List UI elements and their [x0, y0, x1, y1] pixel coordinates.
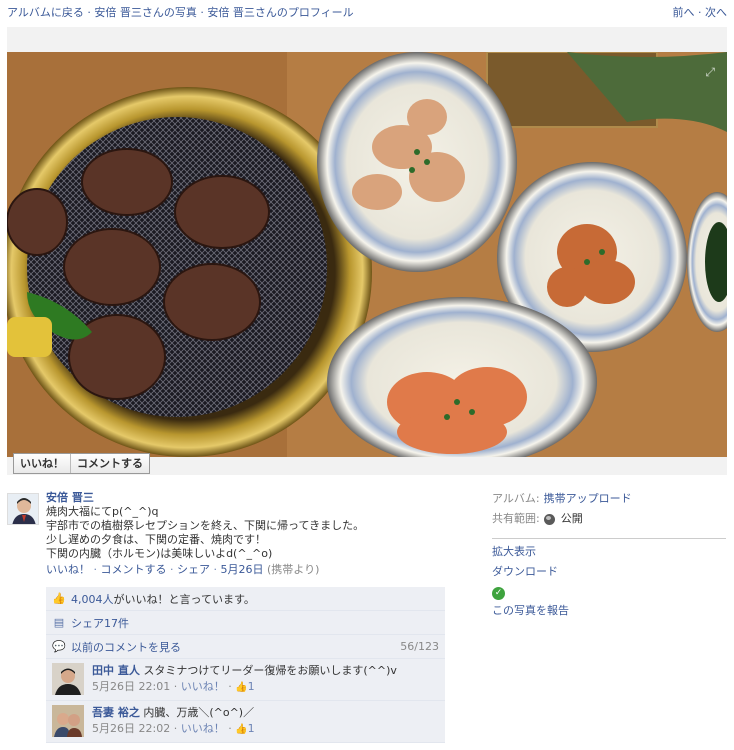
post-text-line: 宇部市での植樹祭レセプションを終え、下関に帰ってきました。	[46, 519, 365, 532]
next-photo-link[interactable]: 次へ	[705, 6, 727, 19]
expand-icon[interactable]: ⤢	[705, 65, 715, 80]
album-label: アルバム:	[492, 492, 540, 505]
likes-count-link[interactable]: 4,004人	[71, 593, 114, 606]
comment-like-link[interactable]: いいね！	[181, 722, 225, 735]
post-share-link[interactable]: シェア	[177, 563, 210, 576]
comment-time: 5月26日 22:02	[92, 722, 171, 735]
check-icon: ✓	[492, 586, 505, 600]
likes-summary-row: 👍 4,004人がいいね！と言っています。	[46, 587, 445, 611]
meta-separator: ·	[90, 563, 101, 576]
privacy-value: 公開	[560, 512, 583, 525]
share-icon: ▤	[53, 616, 65, 629]
photo-info-sidebar: アルバム: 携帯アップロード 共有範囲: 公開 拡大表示 ダウンロード ✓ この…	[492, 492, 728, 624]
thumbs-up-icon: 👍	[235, 724, 248, 735]
previous-comments-row: 💬 以前のコメントを見る 56/123	[46, 635, 445, 659]
report-photo-link[interactable]: この写真を報告	[492, 604, 728, 618]
thumbs-up-icon: 👍	[235, 682, 248, 693]
back-to-album-link[interactable]: アルバムに戻る	[7, 6, 84, 19]
author-portrait	[8, 494, 38, 524]
album-link[interactable]: 携帯アップロード	[544, 492, 632, 506]
meta-separator: ·	[166, 563, 177, 576]
breadcrumb-separator: ·	[83, 6, 95, 19]
user-photos-link[interactable]: 安倍 晋三さんの写真	[94, 6, 197, 19]
photo-navigation: アルバムに戻る · 安倍 晋三さんの写真 · 安倍 晋三さんのプロフィール 前へ…	[0, 0, 734, 26]
comment-like-count[interactable]: 1	[248, 722, 255, 735]
post-source: (携帯より)	[267, 563, 320, 576]
enlarge-link[interactable]: 拡大表示	[492, 545, 728, 559]
shares-row: ▤ シェア17件	[46, 611, 445, 635]
commenter-portrait	[52, 705, 84, 737]
user-profile-link[interactable]: 安倍 晋三さんのプロフィール	[207, 6, 353, 19]
post-date-link[interactable]: 5月26日	[221, 563, 264, 576]
commenter-avatar[interactable]	[52, 705, 84, 737]
commenter-portrait	[52, 663, 84, 695]
comment-item: 吾妻 裕之 内臓、万歳＼(^o^)／ 5月26日 22:02 · いいね！ · …	[46, 701, 445, 743]
comment-item: 田中 直人 スタミナつけてリーダー復帰をお願いします(^^)v 5月26日 22…	[46, 659, 445, 701]
post-meta: いいね！ · コメントする · シェア · 5月26日 (携帯より)	[46, 563, 446, 577]
comment-like-link[interactable]: いいね！	[181, 680, 225, 693]
author-avatar[interactable]	[7, 493, 39, 525]
prev-next-nav: 前へ · 次へ	[673, 4, 728, 20]
privacy-row: 共有範囲: 公開	[492, 512, 728, 526]
post-comment-link[interactable]: コメントする	[101, 563, 167, 576]
yakiniku-photo	[7, 52, 727, 457]
shares-link[interactable]: シェア17件	[71, 617, 129, 630]
comment-count: 56/123	[400, 640, 439, 653]
breadcrumb: アルバムに戻る · 安倍 晋三さんの写真 · 安倍 晋三さんのプロフィール	[7, 4, 354, 20]
sidebar-divider	[492, 538, 726, 539]
photo-like-button[interactable]: いいね！	[14, 454, 70, 473]
comment-bubble-icon: 💬	[52, 640, 66, 653]
commenter-name[interactable]: 田中 直人	[92, 664, 140, 677]
photo-image[interactable]	[7, 52, 727, 457]
comment-like-count[interactable]: 1	[248, 680, 255, 693]
meta-separator: ·	[210, 563, 221, 576]
comment-time: 5月26日 22:01	[92, 680, 171, 693]
download-link[interactable]: ダウンロード	[492, 565, 728, 579]
comment-text: 内臓、万歳＼(^o^)／	[143, 706, 255, 719]
post-author-name[interactable]: 安倍 晋三	[46, 491, 446, 505]
commenter-name[interactable]: 吾妻 裕之	[92, 706, 140, 719]
thumbs-up-icon: 👍	[52, 592, 66, 605]
prev-next-separator: ·	[694, 6, 705, 19]
privacy-label: 共有範囲:	[492, 512, 540, 525]
breadcrumb-separator: ·	[196, 6, 208, 19]
commenter-avatar[interactable]	[52, 663, 84, 695]
likes-summary-text: がいいね！と言っています。	[113, 592, 255, 606]
globe-icon	[543, 513, 555, 525]
photo-stage: ⤢ いいね！ コメントする	[7, 27, 727, 475]
post-like-link[interactable]: いいね！	[46, 563, 90, 576]
post-text-line: 焼肉大福にてp(^_^)q	[46, 505, 159, 518]
prev-photo-link[interactable]: 前へ	[673, 6, 695, 19]
feedback-box: 👍 4,004人がいいね！と言っています。 ▤ シェア17件 💬 以前のコメント…	[46, 587, 445, 743]
photo-action-buttons: いいね！ コメントする	[13, 453, 150, 474]
photo-comment-button[interactable]: コメントする	[70, 454, 149, 473]
view-previous-comments-link[interactable]: 以前のコメントを見る	[71, 641, 181, 654]
post-text-line: 下関の内臓（ホルモン)は美味しいよd(^_^o)	[46, 547, 273, 560]
post-content: 安倍 晋三 焼肉大福にてp(^_^)q 宇部市での植樹祭レセプションを終え、下関…	[46, 491, 446, 577]
comment-text: スタミナつけてリーダー復帰をお願いします(^^)v	[143, 664, 397, 677]
album-row: アルバム: 携帯アップロード	[492, 492, 728, 506]
post-text-line: 少し遅めの夕食は、下関の定番、焼肉です！	[46, 533, 266, 546]
